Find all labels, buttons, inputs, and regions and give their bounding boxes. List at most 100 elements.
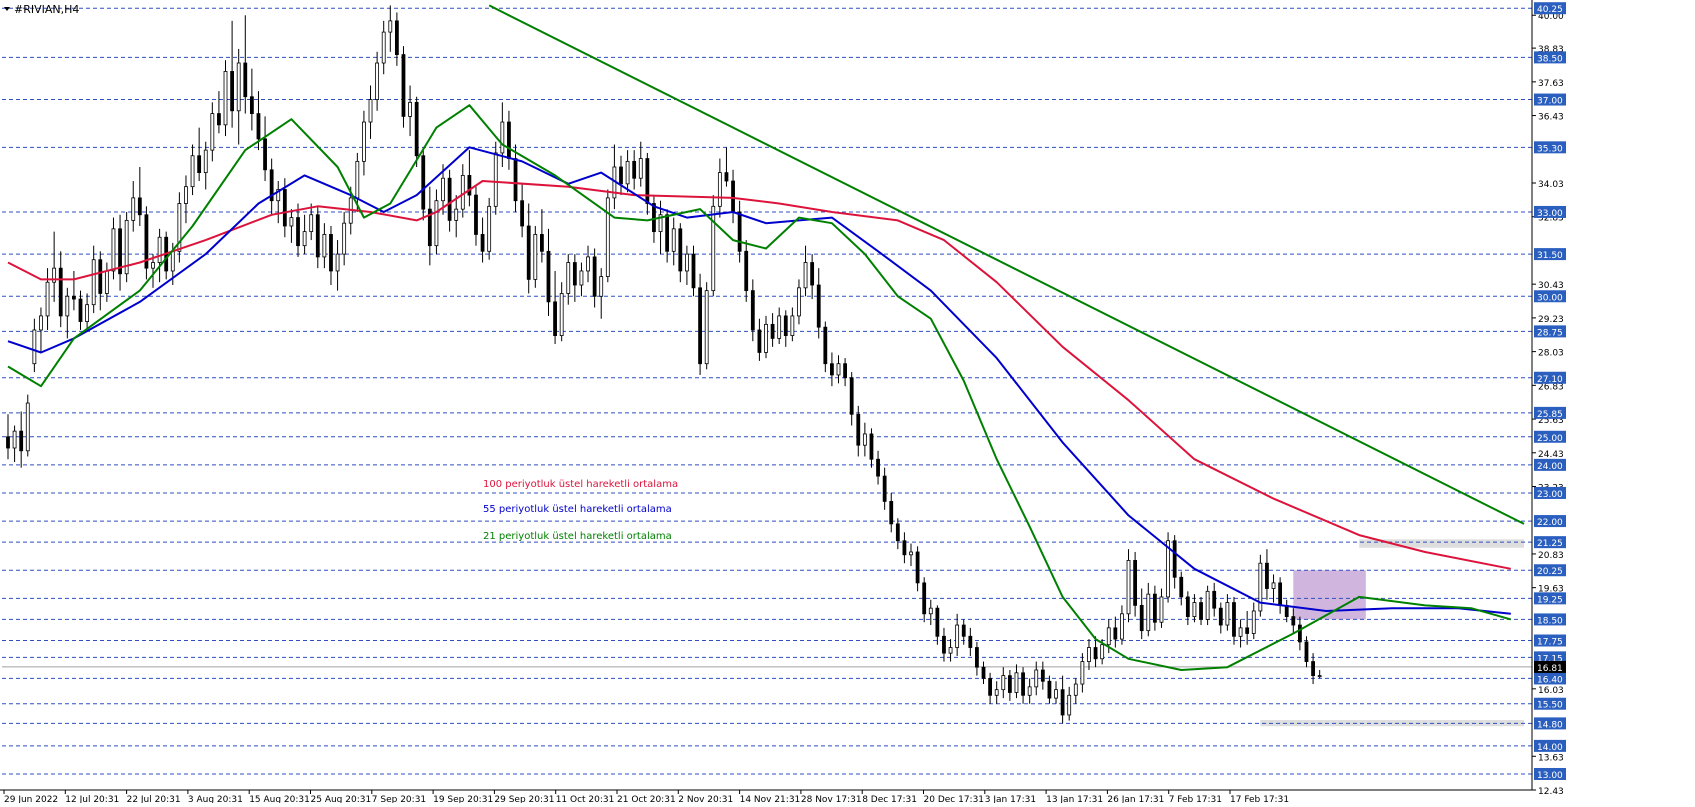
candle-body	[638, 158, 643, 179]
candle-body	[32, 329, 37, 365]
candle-body	[315, 214, 320, 258]
time-tick-label: 8 Dec 17:31	[862, 795, 917, 803]
candle-body	[1080, 661, 1085, 685]
candle-body	[184, 186, 188, 204]
zone-resistance-box	[1293, 570, 1366, 620]
candle-body	[441, 177, 445, 202]
level-label: 17.75	[1537, 637, 1563, 647]
candle-body	[1067, 694, 1072, 716]
time-tick-label: 12 Jul 20:31	[65, 795, 119, 803]
price-tick-label: 30.43	[1538, 281, 1564, 291]
candle-body	[6, 436, 10, 449]
candle-body	[625, 160, 630, 185]
candle-body	[539, 234, 544, 252]
candle-body	[566, 262, 571, 294]
candle-body	[856, 413, 861, 446]
candle-body	[698, 287, 702, 365]
price-chart[interactable]: 40.0038.8337.6336.4334.0332.8330.4329.23…	[0, 0, 1695, 805]
candle-body	[474, 194, 478, 235]
candle-body	[862, 433, 867, 446]
candle-body	[632, 160, 637, 179]
candle-body	[368, 99, 373, 123]
annotation-text: 100 periyotluk üstel hareketli ortalama	[483, 479, 678, 490]
price-tick-label: 20.83	[1538, 551, 1564, 561]
candle-body	[1146, 593, 1151, 632]
candle-body	[1133, 560, 1138, 606]
candle-body	[1087, 647, 1091, 662]
candle-body	[678, 228, 683, 272]
level-label: 19.25	[1537, 595, 1563, 605]
candle-body	[467, 175, 472, 196]
candle-body	[157, 236, 162, 263]
candle-body	[717, 172, 722, 207]
candle-body	[737, 211, 742, 252]
candle-body	[810, 262, 815, 286]
candle-body	[1179, 576, 1184, 598]
candle-body	[895, 523, 900, 542]
time-tick-label: 26 Jan 17:31	[1107, 795, 1164, 803]
candle-body	[381, 31, 386, 64]
candle-body	[757, 329, 762, 353]
time-tick-label: 19 Sep 20:31	[433, 795, 493, 803]
candle-body	[414, 101, 419, 157]
time-tick-label: 25 Aug 20:31	[311, 795, 372, 803]
annotation-text: 21 periyotluk üstel hareketli ortalama	[483, 531, 672, 542]
candle-body	[217, 113, 221, 126]
candle-body	[197, 155, 202, 174]
candle-body	[764, 323, 768, 353]
candle-body	[1199, 602, 1203, 620]
candle-body	[843, 363, 847, 379]
candle-body	[994, 689, 999, 696]
candle-body	[559, 293, 564, 336]
level-label: 30.00	[1537, 293, 1563, 303]
candle-body	[480, 234, 485, 252]
candle-body	[104, 270, 109, 294]
symbol-title: #RIVIAN,H4	[14, 3, 79, 16]
candle-body	[579, 270, 584, 286]
candle-body	[1106, 627, 1111, 646]
candle-body	[849, 377, 854, 415]
price-tick-label: 28.03	[1538, 349, 1564, 359]
candle-body	[263, 138, 267, 171]
candle-body	[1172, 540, 1177, 578]
candle-body	[797, 287, 801, 317]
candle-body	[836, 363, 841, 376]
candle-body	[1205, 590, 1210, 620]
candle-body	[296, 217, 300, 247]
candle-body	[256, 113, 261, 140]
candle-body	[1291, 616, 1296, 626]
candle-body	[137, 197, 142, 216]
level-label: 33.00	[1537, 209, 1563, 219]
candle-body	[12, 430, 17, 449]
last-price-label: 16.81	[1537, 664, 1563, 674]
candle-body	[1054, 689, 1058, 699]
candle-body	[98, 259, 103, 294]
candle-body	[355, 160, 360, 199]
candle-body	[243, 62, 248, 98]
candle-body	[1278, 582, 1283, 606]
candle-body	[322, 234, 327, 258]
candle-body	[309, 214, 314, 233]
candle-body	[1001, 675, 1006, 691]
candle-body	[170, 250, 175, 272]
candle-body	[1185, 596, 1190, 618]
candle-body	[1007, 675, 1012, 693]
chart-area[interactable]: 40.00 38.83 37.63 36.43 34.03 32.83 30.43 29.23…	[0, 0, 1695, 805]
candle-body	[1093, 647, 1098, 660]
candle-body	[388, 20, 393, 33]
candle-body	[25, 402, 30, 452]
candle-body	[882, 475, 887, 502]
candle-body	[58, 267, 63, 317]
candle-body	[1192, 602, 1197, 618]
candle-body	[342, 222, 347, 255]
candle-body	[790, 315, 795, 336]
candle-body	[151, 262, 155, 269]
candle-body	[408, 101, 412, 117]
price-tick-label: 34.03	[1538, 180, 1564, 190]
level-label: 25.85	[1537, 410, 1563, 420]
time-tick-label: 29 Sep 20:31	[494, 795, 554, 803]
candle-body	[236, 62, 241, 112]
price-tick-label: 36.43	[1538, 113, 1564, 123]
candle-body	[652, 203, 656, 233]
candle-body	[394, 20, 399, 55]
